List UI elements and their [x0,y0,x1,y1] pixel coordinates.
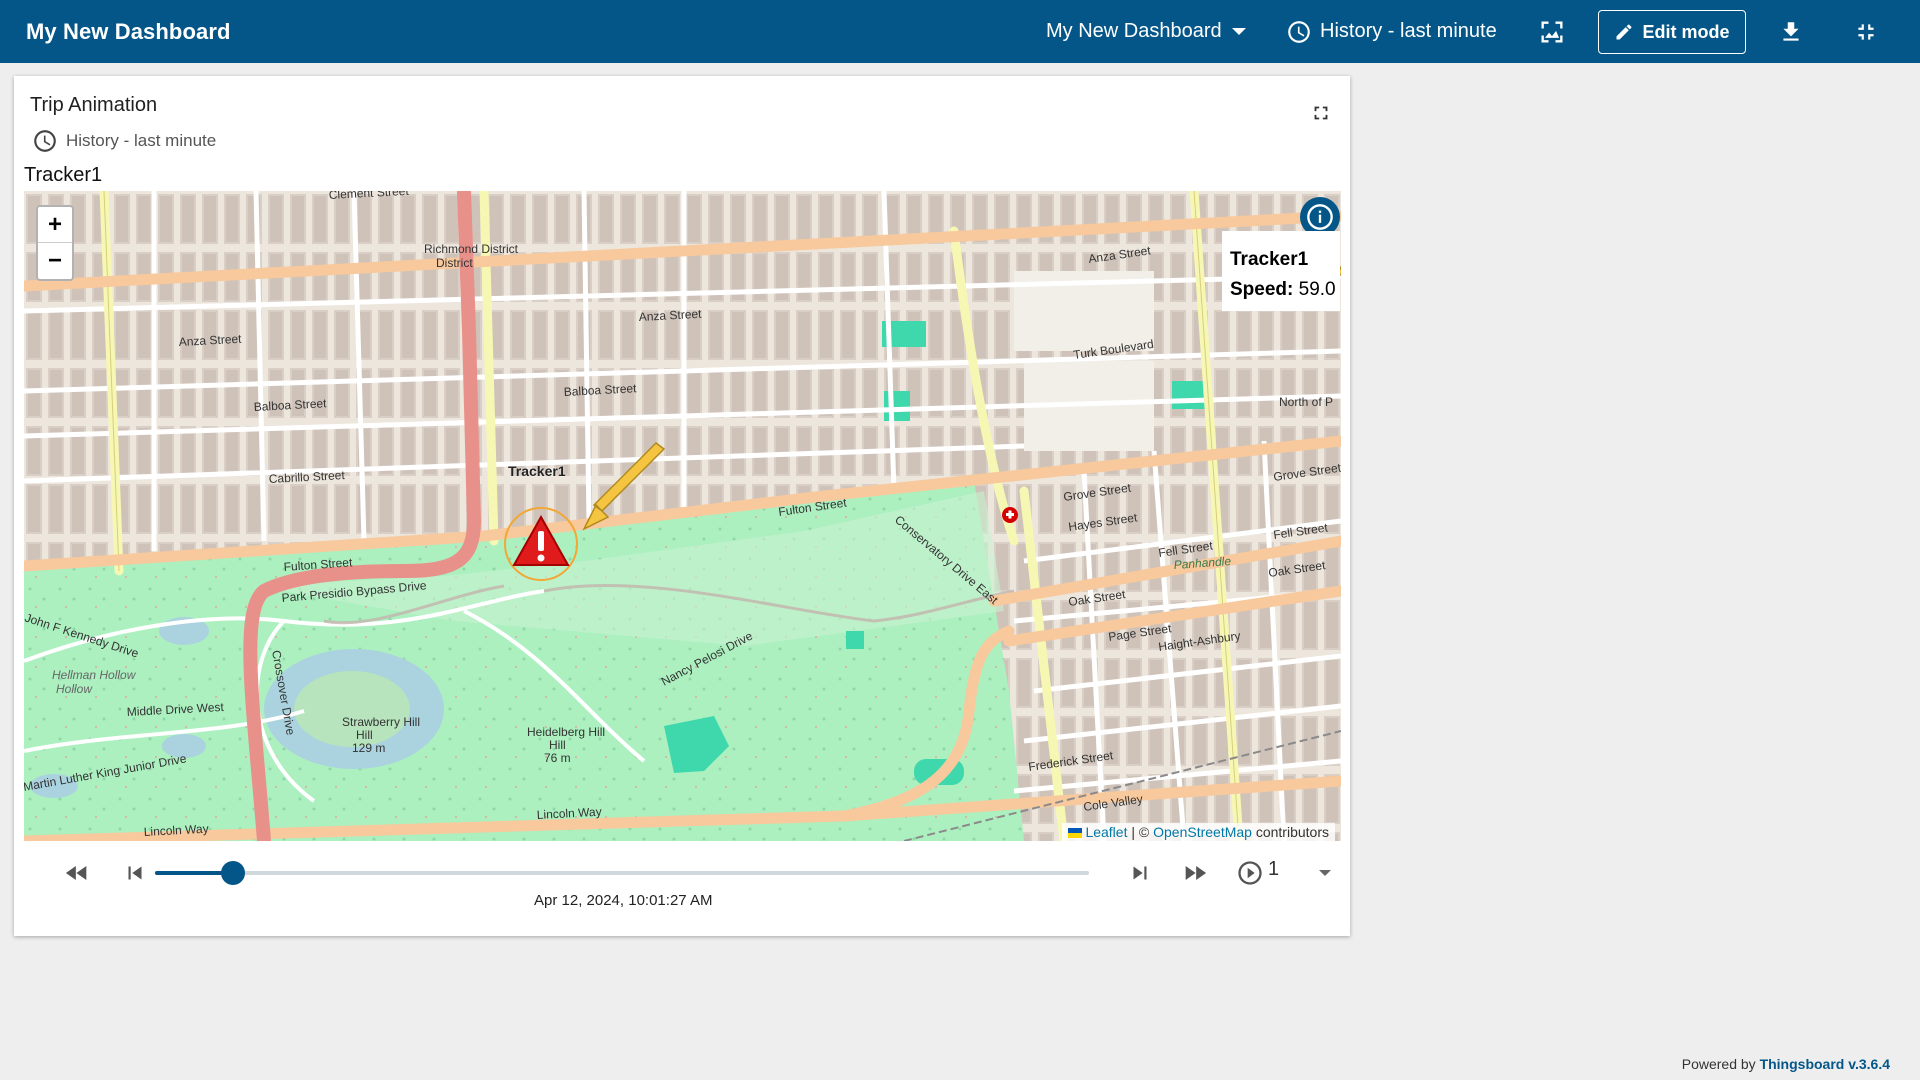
map-view[interactable]: Fulton Street Fulton Street Park Presidi… [24,191,1341,841]
thingsboard-link[interactable]: Thingsboard v.3.6.4 [1760,1056,1890,1072]
tooltip-speed-value: 59.0 [1298,279,1336,300]
timewindow-button[interactable]: History - last minute [1286,0,1497,63]
leaflet-link[interactable]: Leaflet [1085,824,1127,840]
svg-text:76 m: 76 m [544,751,571,765]
tracker-marker[interactable] [504,507,578,581]
current-timestamp: Apr 12, 2024, 10:01:27 AM [534,892,713,909]
ukraine-flag-icon [1068,828,1083,839]
chevron-down-icon [1231,28,1246,35]
skip-next-icon [1133,866,1147,880]
tracker-tooltip: Tracker1 Speed: 59.0 [1222,231,1340,311]
fullscreen-exit-icon [1858,23,1874,40]
svg-text:Richmond District: Richmond District [424,242,519,256]
edit-mode-label: Edit mode [1642,21,1730,42]
marker-label: Tracker1 [508,463,566,479]
fast-rewind-button[interactable] [60,856,94,890]
widget-title: Trip Animation [30,94,158,116]
dashboard-select[interactable]: My New Dashboard [1046,0,1246,63]
fast-forward-button[interactable] [1178,856,1212,890]
svg-text:Strawberry Hill: Strawberry Hill [342,715,420,729]
widget-fullscreen-button[interactable] [1310,102,1332,129]
svg-text:District: District [436,256,473,270]
info-icon [1307,204,1333,230]
speed-multiplier-value[interactable]: 1 [1268,858,1279,881]
pencil-icon [1616,24,1632,40]
svg-text:Hellman Hollow: Hellman Hollow [52,668,137,682]
svg-text:Hill: Hill [549,738,566,752]
warning-icon [512,514,570,566]
svg-text:North of P: North of P [1279,395,1333,409]
playback-controls: Apr 12, 2024, 10:01:27 AM 1 [24,846,1341,926]
powered-by: Powered by Thingsboard v.3.6.4 [1681,1056,1890,1072]
zoom-in-button[interactable]: + [38,207,72,243]
timeline-slider[interactable] [155,861,1089,885]
map-attribution: Leaflet | © OpenStreetMap contributors [1062,823,1335,841]
skip-next-button[interactable] [1123,856,1157,890]
timewindow-label: History - last minute [1320,20,1497,42]
svg-text:129 m: 129 m [352,741,385,755]
top-toolbar: My New Dashboard My New Dashboard Histor… [0,0,1920,63]
zoom-out-button[interactable]: − [38,243,72,279]
edit-mode-button[interactable]: Edit mode [1598,10,1746,54]
tooltip-speed-label: Speed: [1230,279,1294,300]
clock-icon [34,130,56,152]
svg-text:Hollow: Hollow [56,682,93,696]
export-image-button[interactable] [1538,0,1566,63]
tooltip-entity-name: Tracker1 [1230,249,1309,270]
fast-forward-icon [1185,866,1207,880]
dashboard-title: My New Dashboard [26,18,231,44]
play-circle-icon [1238,861,1262,885]
trip-animation-widget: Trip Animation History - last minute Tra… [14,76,1350,936]
clock-icon [1288,20,1310,43]
image-export-icon [1541,21,1563,42]
svg-text:Hill: Hill [356,728,373,742]
play-button[interactable] [1233,856,1267,890]
speed-dropdown-caret-icon[interactable] [1319,870,1331,876]
fullscreen-icon [1314,106,1328,120]
skip-previous-icon [128,866,142,880]
skip-previous-button[interactable] [118,856,152,890]
zoom-control: + − [36,205,74,281]
svg-text:Heidelberg Hill: Heidelberg Hill [527,725,605,739]
download-icon [1783,21,1799,41]
widget-timewindow-label: History - last minute [66,131,217,150]
entity-label: Tracker1 [24,164,103,186]
dashboard-select-value: My New Dashboard [1046,20,1222,42]
timeline-thumb[interactable] [220,861,245,885]
widget-timewindow: History - last minute [32,128,216,154]
exit-fullscreen-button[interactable] [1853,0,1879,63]
map-tiles: Fulton Street Fulton Street Park Presidi… [24,191,1341,841]
download-button[interactable] [1778,0,1804,63]
osm-link[interactable]: OpenStreetMap [1153,824,1252,840]
tooltip-speed-row: Speed: 59.0 [1230,279,1340,301]
fast-rewind-icon [65,866,87,880]
